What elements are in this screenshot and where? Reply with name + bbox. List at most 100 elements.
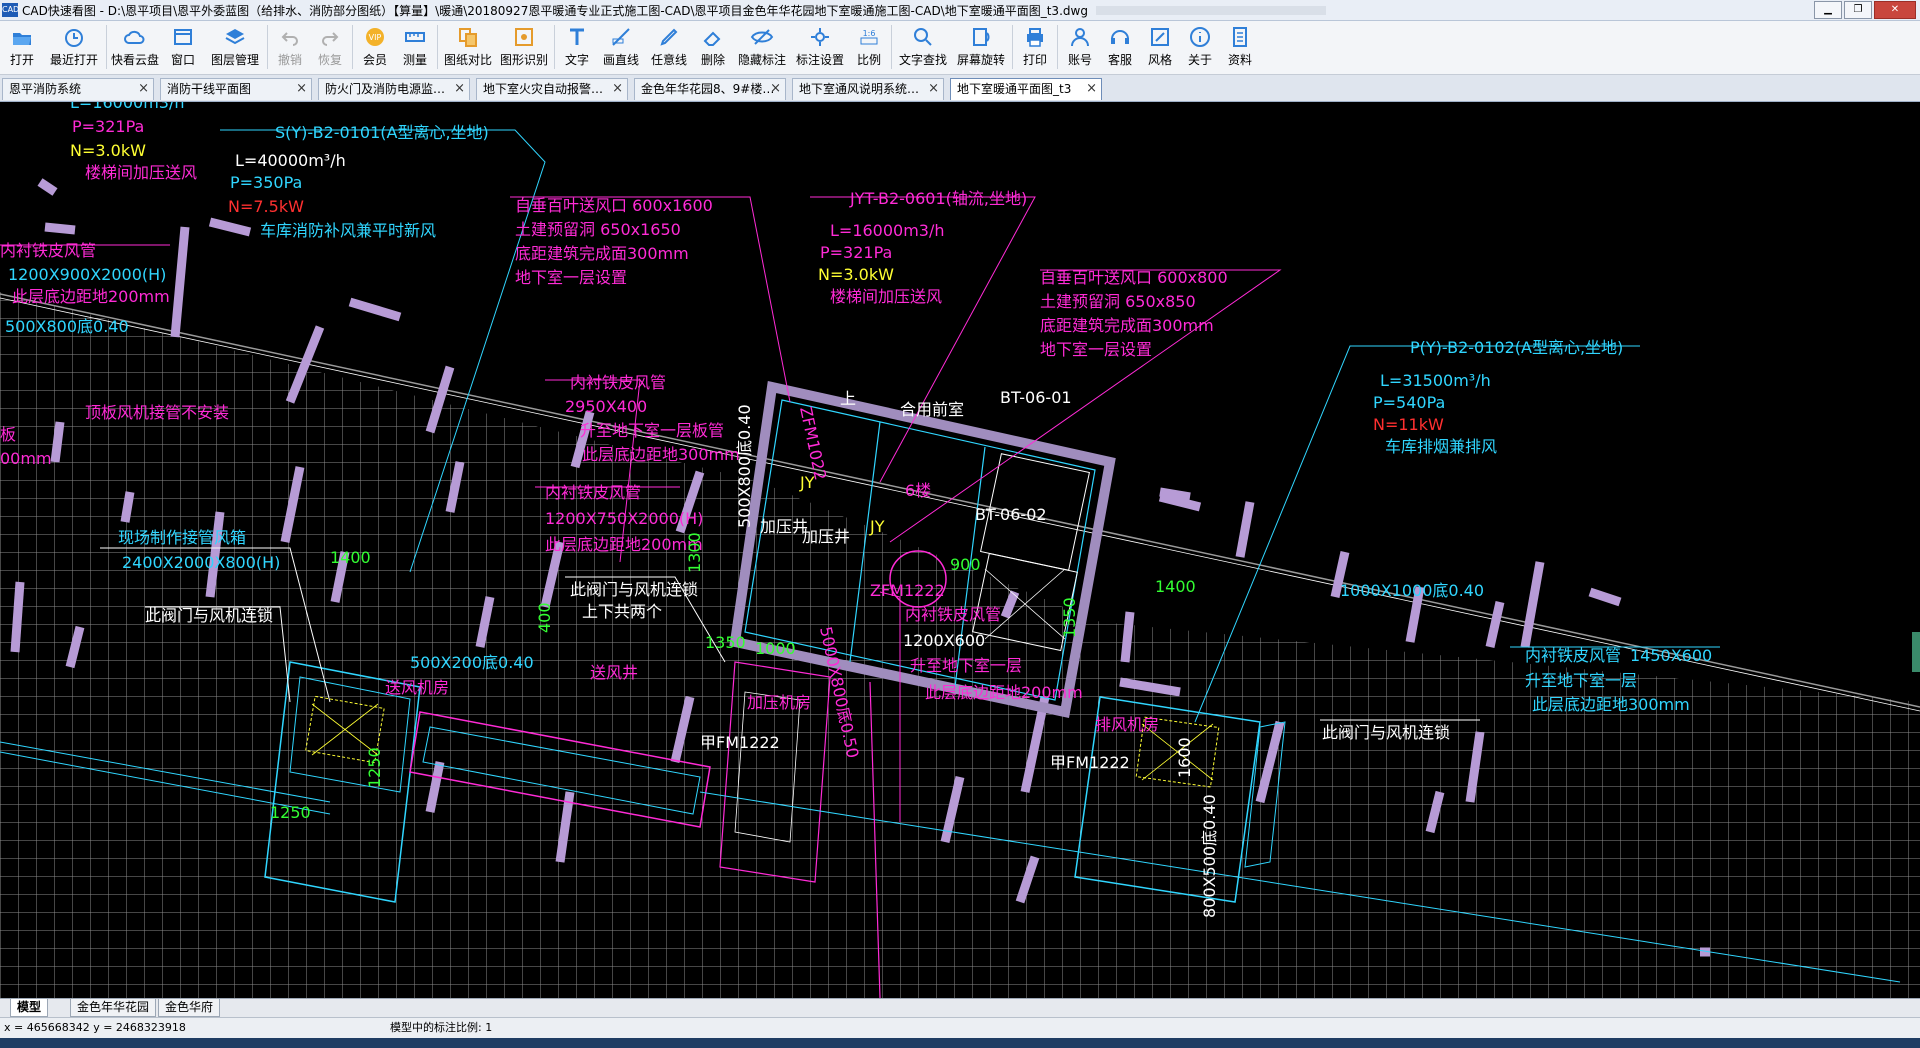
cad-text: 此层底边距地200mm bbox=[545, 535, 703, 554]
toolbar-button-hide[interactable]: 隐藏标注 bbox=[733, 21, 791, 70]
tab-close-icon[interactable]: × bbox=[138, 79, 149, 99]
toolbar-separator bbox=[267, 25, 268, 69]
cad-text: 升至地下室一层 bbox=[910, 656, 1022, 675]
cad-text: 1400 bbox=[1155, 577, 1196, 596]
toolbar-button-pen[interactable]: 任意线 bbox=[645, 21, 693, 70]
tab-5[interactable]: 地下室通风说明系统… × bbox=[792, 78, 944, 100]
toolbar-button-settings[interactable]: 标注设置 bbox=[791, 21, 849, 70]
cad-text: L=40000m³/h bbox=[235, 151, 346, 170]
toolbar-button-account[interactable]: 账号 bbox=[1060, 21, 1100, 70]
toolbar-button-redo[interactable]: 恢复 bbox=[310, 21, 350, 70]
cad-text: 甲FM1222 bbox=[700, 733, 780, 752]
toolbar-button-vip[interactable]: VIP 会员 bbox=[355, 21, 395, 70]
cad-text: 6楼 bbox=[905, 481, 931, 500]
cad-text: P(Y)-B2-0102(A型离心,坐地) bbox=[1410, 338, 1623, 357]
svg-text:1:6: 1:6 bbox=[863, 29, 876, 38]
toolbar-button-docs[interactable]: 资料 bbox=[1220, 21, 1260, 70]
cloud-icon bbox=[123, 25, 147, 49]
cad-text: JYT-B2-0601(轴流,坐地) bbox=[849, 189, 1027, 208]
recognize-icon bbox=[512, 25, 536, 49]
sheet-tab-1[interactable]: 金色年华花园 bbox=[70, 999, 157, 1017]
cad-text: 此层底边距地300mm bbox=[582, 445, 740, 464]
sheet-tab-2[interactable]: 金色华府 bbox=[158, 999, 221, 1017]
cad-text: 此阀门与风机连锁 bbox=[145, 606, 273, 625]
cad-text: 500X200底0.40 bbox=[410, 653, 534, 672]
wall-segment bbox=[1158, 492, 1202, 512]
cad-text: 加压机房 bbox=[747, 693, 811, 712]
canvas-scroll-knob[interactable] bbox=[1912, 632, 1920, 672]
toolbar-button-rotate[interactable]: 屏幕旋转 bbox=[952, 21, 1010, 70]
sheet-tabs: 模型 金色年华花园 金色华府 bbox=[0, 998, 1920, 1017]
toolbar-button-measure[interactable]: 测量 bbox=[395, 21, 435, 70]
toolbar-button-undo[interactable]: 撤销 bbox=[270, 21, 310, 70]
toolbar-button-style[interactable]: 风格 bbox=[1140, 21, 1180, 70]
tab-2[interactable]: 防火门及消防电源监… × bbox=[318, 78, 470, 100]
cad-text: 1200X600 bbox=[903, 631, 985, 650]
minimize-button[interactable]: ▁ bbox=[1814, 1, 1842, 19]
tab-close-icon[interactable]: × bbox=[1086, 79, 1097, 99]
cad-text: 底距建筑完成面300mm bbox=[1040, 316, 1214, 335]
toolbar-label: 任意线 bbox=[650, 53, 687, 67]
cad-text: 1300 bbox=[685, 532, 704, 573]
toolbar-button-line[interactable]: 画直线 bbox=[597, 21, 645, 70]
toolbar-button-cloud[interactable]: 快看云盘 bbox=[109, 21, 161, 70]
tab-6[interactable]: 地下室暖通平面图_t3 × bbox=[950, 78, 1102, 100]
scale-icon: 1:6 bbox=[857, 25, 881, 49]
toolbar-button-text[interactable]: 文字 bbox=[557, 21, 597, 70]
tab-0[interactable]: 恩平消防系统 × bbox=[2, 78, 154, 100]
toolbar-button-recognize[interactable]: 图形识别 bbox=[496, 21, 552, 70]
tab-1[interactable]: 消防干线平面图 × bbox=[160, 78, 312, 100]
cad-text: L=16000m3/h bbox=[830, 221, 945, 240]
toolbar-label: 文字 bbox=[564, 53, 589, 67]
tab-close-icon[interactable]: × bbox=[612, 79, 623, 99]
cad-text: 合用前室 bbox=[900, 400, 964, 419]
toolbar-button-recent[interactable]: 最近打开 bbox=[44, 21, 104, 70]
cad-text: JY bbox=[869, 517, 885, 536]
recent-icon bbox=[62, 25, 86, 49]
toolbar-button-headset[interactable]: 客服 bbox=[1100, 21, 1140, 70]
window-title: CAD快速看图 - D:\恩平项目\恩平外委蓝图（给排水、消防部分图纸）【算量】… bbox=[22, 3, 1088, 18]
eraser-icon bbox=[701, 25, 725, 49]
cad-text: 1450X600 bbox=[1630, 646, 1712, 665]
toolbar-button-open-folder[interactable]: 打开 bbox=[0, 21, 44, 70]
cad-drawing[interactable]: L=16000m3/h P=321Pa N=3.0kW 楼梯间加压送风 S(Y)-B2-… bbox=[0, 102, 1920, 998]
toolbar-label: 图纸对比 bbox=[443, 53, 492, 67]
toolbar-separator bbox=[1057, 25, 1058, 69]
maximize-button[interactable]: ❐ bbox=[1844, 1, 1872, 19]
cad-text: 1250 bbox=[270, 803, 311, 822]
tab-4[interactable]: 金色年华花园8、9#楼… × bbox=[634, 78, 786, 100]
toolbar-label: 会员 bbox=[362, 53, 387, 67]
cad-text: 楼梯间加压送风 bbox=[85, 163, 197, 182]
close-button[interactable]: ✕ bbox=[1874, 1, 1916, 19]
toolbar-button-text-search[interactable]: 文字查找 bbox=[894, 21, 952, 70]
cad-text: 内衬铁皮风管 bbox=[905, 605, 1001, 624]
tab-close-icon[interactable]: × bbox=[296, 79, 307, 99]
tab-close-icon[interactable]: × bbox=[928, 79, 939, 99]
title-bar: CAD CAD快速看图 - D:\恩平项目\恩平外委蓝图（给排水、消防部分图纸）… bbox=[0, 0, 1920, 21]
toolbar-button-info[interactable]: 关于 bbox=[1180, 21, 1220, 70]
tab-close-icon[interactable]: × bbox=[454, 79, 465, 99]
coords-readout: x = 465668342 y = 2468323918 bbox=[4, 1021, 186, 1034]
toolbar-button-scale[interactable]: 1:6 比例 bbox=[849, 21, 889, 70]
tab-close-icon[interactable]: × bbox=[770, 79, 781, 99]
toolbar-label: 图层管理 bbox=[210, 53, 259, 67]
toolbar-button-print[interactable]: 打印 bbox=[1015, 21, 1055, 70]
cad-text: N=11kW bbox=[1373, 415, 1444, 434]
tab-3[interactable]: 地下室火灾自动报警… × bbox=[476, 78, 628, 100]
sheet-tab-0[interactable]: 模型 bbox=[10, 999, 49, 1017]
cad-text: 地下室一层设置 bbox=[515, 268, 627, 287]
wall-segment bbox=[170, 226, 190, 338]
toolbar-button-layers[interactable]: 图层管理 bbox=[205, 21, 265, 70]
toolbar-separator bbox=[352, 25, 353, 69]
drawing-canvas[interactable]: L=16000m3/h P=321Pa N=3.0kW 楼梯间加压送风 S(Y)-B2-… bbox=[0, 102, 1920, 998]
wall-segment bbox=[1235, 501, 1255, 558]
toolbar-button-eraser[interactable]: 删除 bbox=[693, 21, 733, 70]
cad-text: 1200X900X2000(H) bbox=[8, 265, 166, 284]
toolbar-label: 账号 bbox=[1067, 53, 1092, 67]
measure-icon bbox=[403, 25, 427, 49]
svg-text:VIP: VIP bbox=[369, 33, 382, 42]
cad-text: 400 bbox=[535, 602, 554, 633]
toolbar-button-compare[interactable]: 图纸对比 bbox=[440, 21, 496, 70]
toolbar-button-window[interactable]: 窗口 bbox=[161, 21, 205, 70]
cad-text: 车库排烟兼排风 bbox=[1385, 437, 1497, 456]
